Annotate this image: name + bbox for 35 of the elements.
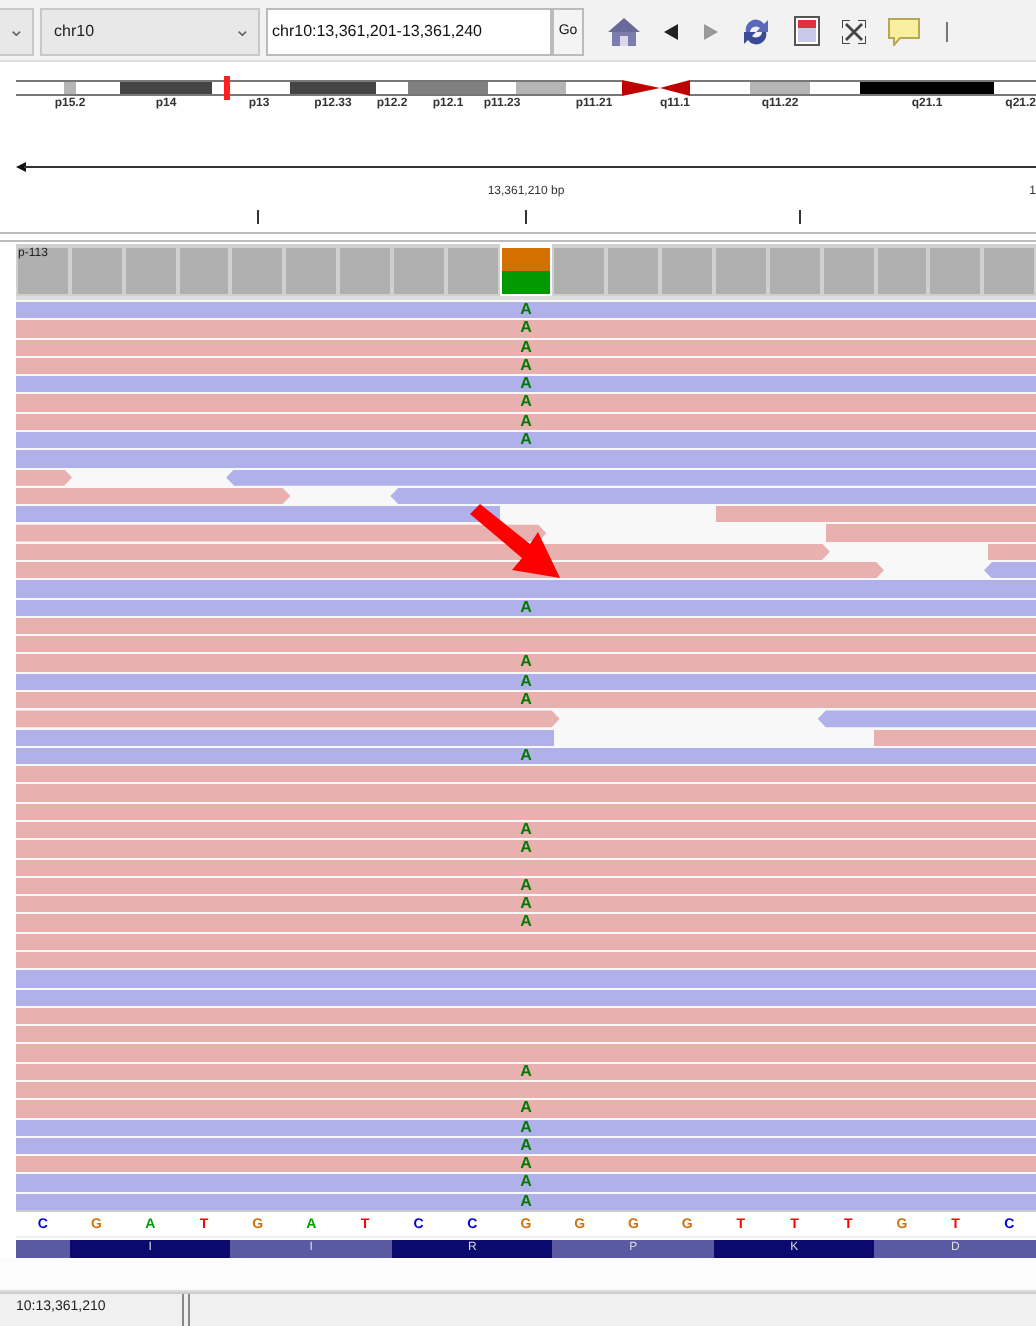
pointer-arrow [470, 504, 562, 580]
mismatch-base: A [520, 1100, 532, 1117]
mismatch-base: A [520, 691, 532, 708]
mismatch-base: A [520, 339, 532, 356]
mismatch-base: A [520, 413, 532, 430]
refresh-icon[interactable] [740, 15, 772, 47]
chromosome-dropdown[interactable]: chr10 ⌄ [40, 7, 260, 55]
mismatch-base: A [520, 1193, 532, 1210]
mismatch-base: A [520, 1137, 532, 1154]
amino-acid-bar [16, 1240, 70, 1258]
genome-dropdown[interactable]: ⌄ [0, 7, 34, 55]
mismatch-base: A [520, 302, 532, 318]
mismatch-base: A [520, 431, 532, 448]
mismatch-base: A [520, 320, 532, 337]
mismatch-base: A [520, 1063, 532, 1080]
mismatch-base: A [520, 599, 532, 616]
mismatch-base: A [520, 840, 532, 857]
mismatch-base: A [520, 357, 532, 374]
locus-field[interactable]: chr10:13,361,201-13,361,240 [266, 7, 552, 55]
mismatch-base: A [520, 877, 532, 894]
mismatch-base: A [520, 821, 532, 838]
mismatch-base: A [520, 376, 532, 393]
back-icon[interactable] [664, 23, 680, 39]
mismatch-base: A [520, 1119, 532, 1136]
mismatch-base: A [520, 1174, 532, 1191]
mismatch-base: A [520, 914, 532, 931]
fit-icon[interactable] [842, 19, 866, 43]
region-icon[interactable] [794, 16, 820, 46]
mismatch-base: A [520, 896, 532, 913]
mismatch-base: A [520, 394, 532, 411]
home-icon[interactable] [606, 15, 642, 47]
mismatch-base: A [520, 654, 532, 671]
mismatch-base: A [520, 673, 532, 690]
mismatch-base: A [520, 1156, 532, 1173]
mismatch-base: A [520, 747, 532, 764]
